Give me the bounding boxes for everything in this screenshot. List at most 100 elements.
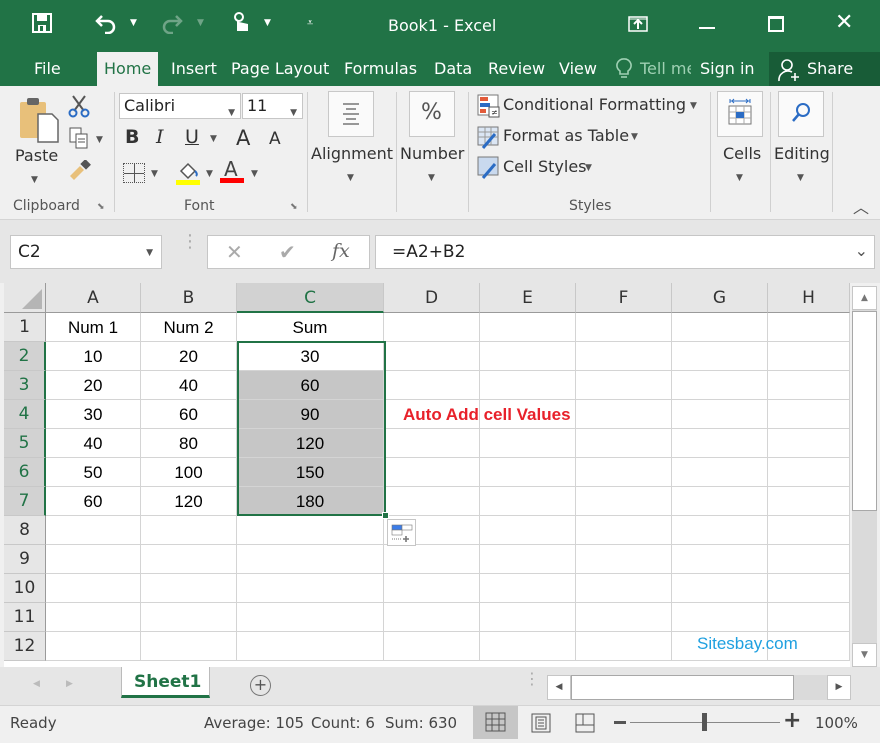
cell-g1[interactable] <box>672 313 768 342</box>
font-name-dropdown-icon[interactable]: ▼ <box>228 101 235 125</box>
tab-page-layout[interactable]: Page Layout <box>224 52 336 86</box>
conditional-formatting-dropdown-icon[interactable]: ▼ <box>690 101 697 111</box>
cancel-icon[interactable]: ✕ <box>226 240 243 264</box>
font-size-dropdown-icon[interactable]: ▼ <box>290 101 297 125</box>
shrink-font-button[interactable]: A <box>269 129 281 149</box>
normal-view-button[interactable] <box>473 706 518 739</box>
column-header-h[interactable]: H <box>768 283 850 313</box>
cell-a3[interactable]: 20 <box>46 371 141 400</box>
cell-b7[interactable]: 120 <box>141 487 237 516</box>
cell-g10[interactable] <box>672 574 768 603</box>
row-header-11[interactable]: 11 <box>4 603 46 632</box>
cell-d6[interactable] <box>384 458 480 487</box>
conditional-formatting-icon[interactable]: ≠ <box>477 94 501 122</box>
cell-f6[interactable] <box>576 458 672 487</box>
cell-e11[interactable] <box>480 603 576 632</box>
cell-g9[interactable] <box>672 545 768 574</box>
cell-e10[interactable] <box>480 574 576 603</box>
underline-dropdown-icon[interactable]: ▼ <box>210 134 217 144</box>
clipboard-launcher-icon[interactable]: ⬊ <box>97 202 105 212</box>
cell-g8[interactable] <box>672 516 768 545</box>
vertical-scroll-thumb[interactable] <box>852 311 877 511</box>
cells-dropdown-icon[interactable]: ▼ <box>736 173 743 183</box>
editing-label[interactable]: Editing <box>774 144 830 163</box>
undo-dropdown-icon[interactable]: ▼ <box>130 18 137 28</box>
cell-c11[interactable] <box>237 603 384 632</box>
cell-f11[interactable] <box>576 603 672 632</box>
touch-dropdown-icon[interactable]: ▼ <box>264 18 271 28</box>
page-layout-view-icon[interactable] <box>531 713 551 737</box>
share-button[interactable]: Share <box>769 52 880 86</box>
cell-d11[interactable] <box>384 603 480 632</box>
cell-styles-icon[interactable] <box>477 156 501 184</box>
column-header-d[interactable]: D <box>384 283 480 313</box>
cell-a4[interactable]: 30 <box>46 400 141 429</box>
collapse-ribbon-icon[interactable]: ︿ <box>853 194 869 218</box>
name-box-dropdown-icon[interactable]: ▼ <box>146 248 153 258</box>
row-header-10[interactable]: 10 <box>4 574 46 603</box>
undo-icon[interactable] <box>94 12 118 39</box>
select-all-button[interactable] <box>4 283 46 313</box>
cell-h8[interactable] <box>768 516 850 545</box>
format-as-table-icon[interactable] <box>477 126 501 154</box>
sheet-tab-sheet1[interactable]: Sheet1 <box>121 667 210 698</box>
name-box[interactable]: C2 ▼ <box>10 235 162 269</box>
cell-a8[interactable] <box>46 516 141 545</box>
alignment-button[interactable] <box>328 91 374 137</box>
cell-c12[interactable] <box>237 632 384 661</box>
row-header-2[interactable]: 2 <box>4 342 46 371</box>
cell-g3[interactable] <box>672 371 768 400</box>
cell-b6[interactable]: 100 <box>141 458 237 487</box>
zoom-in-icon[interactable]: + <box>783 708 801 733</box>
row-header-5[interactable]: 5 <box>4 429 46 458</box>
cell-g6[interactable] <box>672 458 768 487</box>
cell-h6[interactable] <box>768 458 850 487</box>
number-button[interactable]: % <box>409 91 455 137</box>
cell-d2[interactable] <box>384 342 480 371</box>
tab-data[interactable]: Data <box>427 52 479 86</box>
vertical-scrollbar[interactable]: ▲ ▼ <box>852 286 877 667</box>
formula-input[interactable]: =A2+B2 ⌄ <box>375 235 875 269</box>
cell-d9[interactable] <box>384 545 480 574</box>
column-header-g[interactable]: G <box>672 283 768 313</box>
borders-icon[interactable] <box>123 163 145 183</box>
tell-me-input[interactable]: Tell me <box>633 52 691 86</box>
paste-icon[interactable] <box>18 96 62 148</box>
cell-g2[interactable] <box>672 342 768 371</box>
tab-split-grip-icon[interactable]: ⋮ <box>524 671 540 687</box>
cell-g4[interactable] <box>672 400 768 429</box>
cell-f12[interactable] <box>576 632 672 661</box>
formula-bar-grip-icon[interactable]: ⋮ <box>181 233 199 251</box>
cell-b2[interactable]: 20 <box>141 342 237 371</box>
font-name-select[interactable]: Calibri ▼ <box>119 93 241 119</box>
paste-dropdown-icon[interactable]: ▼ <box>31 175 38 185</box>
cell-f2[interactable] <box>576 342 672 371</box>
tab-review[interactable]: Review <box>481 52 552 86</box>
cell-e8[interactable] <box>480 516 576 545</box>
scroll-up-icon[interactable]: ▲ <box>852 286 877 310</box>
cell-a7[interactable]: 60 <box>46 487 141 516</box>
ribbon-display-options-icon[interactable] <box>628 16 648 36</box>
cell-c5[interactable]: 120 <box>237 429 384 458</box>
cell-e2[interactable] <box>480 342 576 371</box>
scroll-right-icon[interactable]: ▶ <box>827 675 851 700</box>
borders-dropdown-icon[interactable]: ▼ <box>151 169 158 179</box>
tab-view[interactable]: View <box>552 52 604 86</box>
enter-icon[interactable]: ✔ <box>279 240 296 264</box>
zoom-out-icon[interactable] <box>614 721 626 724</box>
cell-e6[interactable] <box>480 458 576 487</box>
new-sheet-icon[interactable]: + <box>250 675 271 696</box>
alignment-dropdown-icon[interactable]: ▼ <box>347 173 354 183</box>
italic-button[interactable]: I <box>156 126 164 148</box>
number-dropdown-icon[interactable]: ▼ <box>428 173 435 183</box>
cell-c1[interactable]: Sum <box>237 313 384 342</box>
cell-b8[interactable] <box>141 516 237 545</box>
editing-button[interactable] <box>778 91 824 137</box>
cell-d7[interactable] <box>384 487 480 516</box>
number-label[interactable]: Number <box>400 144 464 163</box>
cell-c4[interactable]: 90 <box>237 400 384 429</box>
row-header-1[interactable]: 1 <box>4 313 46 342</box>
cell-f4[interactable] <box>576 400 672 429</box>
conditional-formatting-label[interactable]: Conditional Formatting <box>503 95 686 114</box>
cell-c9[interactable] <box>237 545 384 574</box>
